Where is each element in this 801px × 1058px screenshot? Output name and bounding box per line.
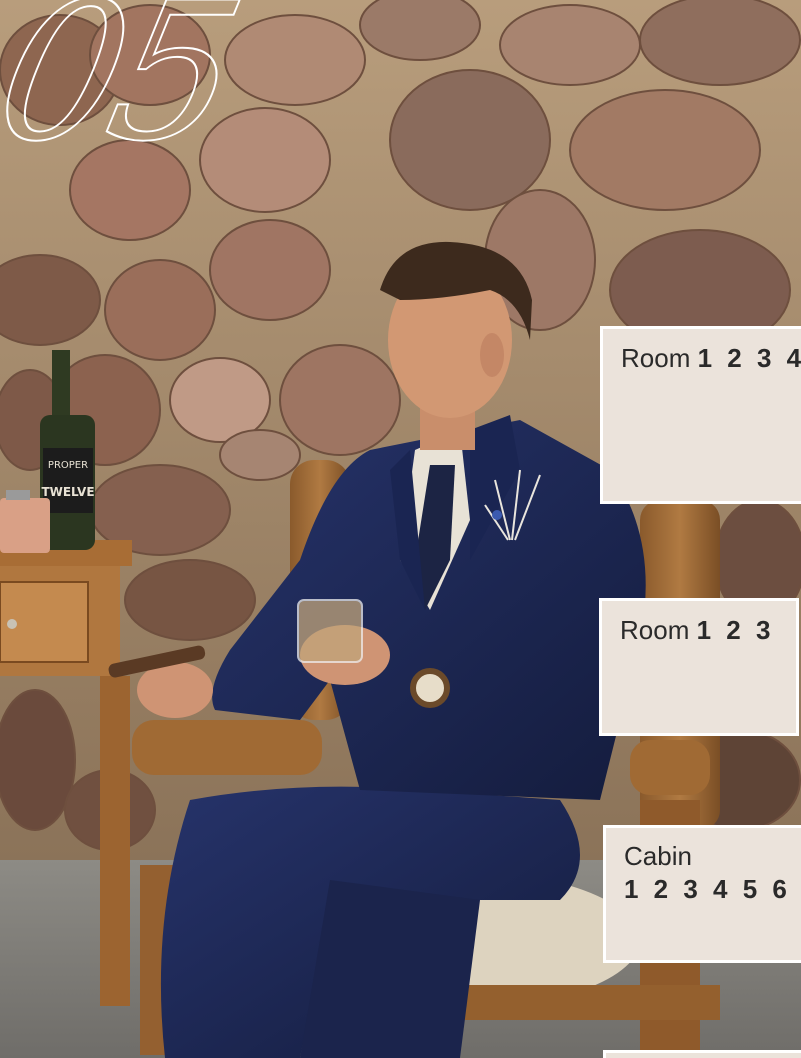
bottle-label-main: TWELVE xyxy=(41,485,94,499)
page: PROPER TWELVE 05 Room 1 2 3 4 Room 1 2 3… xyxy=(0,0,801,1058)
cabin-card-label: Cabin 1 2 3 4 5 6 7 8 xyxy=(624,840,801,905)
room-card-1[interactable]: Room 1 2 3 4 xyxy=(600,326,801,504)
room-card-2-name: Room xyxy=(620,615,690,645)
bottle-label-top: PROPER xyxy=(48,460,88,471)
cabin-card[interactable]: Cabin 1 2 3 4 5 6 7 8 xyxy=(603,825,801,963)
room-card-partial[interactable] xyxy=(603,1050,801,1058)
room-card-1-label: Room 1 2 3 4 xyxy=(621,343,801,374)
section-number: 05 xyxy=(0,0,250,184)
room-card-2-label: Room 1 2 3 xyxy=(620,615,774,646)
room-card-2[interactable]: Room 1 2 3 xyxy=(599,598,799,736)
cabin-card-digits: 1 2 3 4 5 6 7 8 xyxy=(624,873,801,904)
room-card-1-name: Room xyxy=(621,343,691,373)
room-card-2-digits: 1 2 3 xyxy=(696,615,775,645)
cabin-card-name: Cabin xyxy=(624,841,692,871)
flask xyxy=(0,490,50,553)
room-card-1-digits: 1 2 3 4 xyxy=(697,343,801,373)
